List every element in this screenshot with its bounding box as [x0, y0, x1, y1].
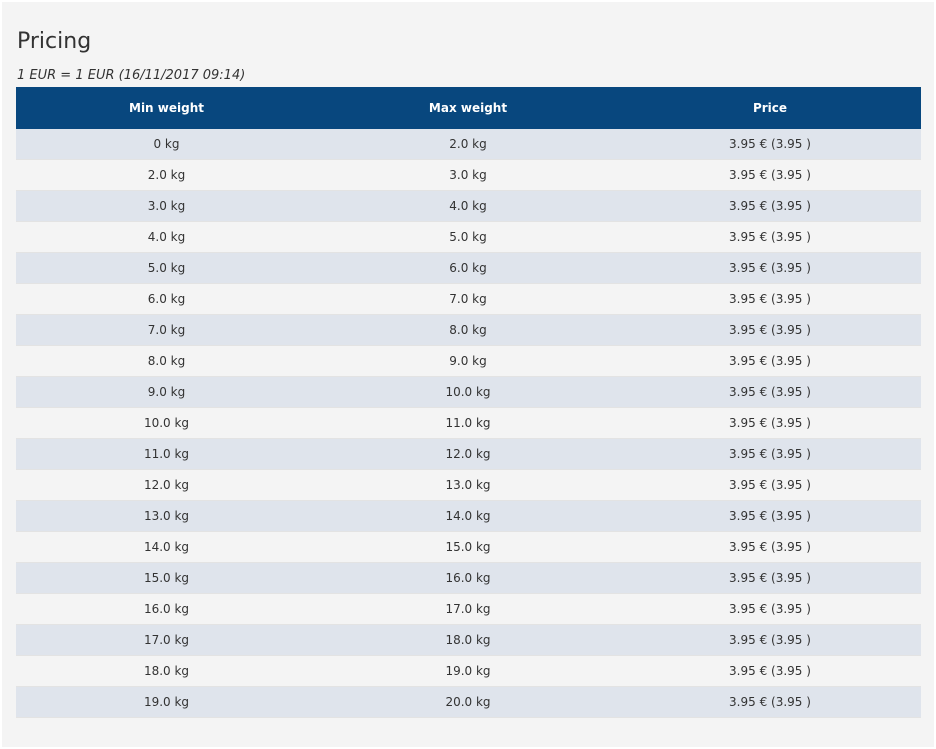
price-cell: 3.95 € (3.95 ): [619, 407, 921, 439]
max-weight-cell: 14.0 kg: [317, 500, 619, 532]
price-cell: 3.95 € (3.95 ): [619, 221, 921, 253]
max-weight-cell: 5.0 kg: [317, 221, 619, 253]
price-cell: 3.95 € (3.95 ): [619, 686, 921, 718]
max-weight-cell: 15.0 kg: [317, 531, 619, 563]
max-weight-cell: 4.0 kg: [317, 190, 619, 222]
min-weight-cell: 17.0 kg: [16, 624, 317, 656]
min-weight-cell: 11.0 kg: [16, 438, 317, 470]
max-weight-cell: 16.0 kg: [317, 562, 619, 594]
column-header-min-weight: Min weight: [16, 87, 317, 129]
price-cell: 3.95 € (3.95 ): [619, 500, 921, 532]
table-row: 2.0 kg 3.0 kg 3.95 € (3.95 ): [16, 159, 921, 191]
table-row: 0 kg 2.0 kg 3.95 € (3.95 ): [16, 129, 921, 160]
max-weight-cell: 6.0 kg: [317, 252, 619, 284]
min-weight-cell: 10.0 kg: [16, 407, 317, 439]
price-cell: 3.95 € (3.95 ): [619, 438, 921, 470]
min-weight-cell: 16.0 kg: [16, 593, 317, 625]
min-weight-cell: 4.0 kg: [16, 221, 317, 253]
pricing-table-header: Min weight Max weight Price: [16, 87, 921, 129]
column-header-max-weight: Max weight: [317, 87, 619, 129]
min-weight-cell: 6.0 kg: [16, 283, 317, 315]
max-weight-cell: 19.0 kg: [317, 655, 619, 687]
page-title: Pricing: [17, 29, 92, 54]
price-cell: 3.95 € (3.95 ): [619, 159, 921, 191]
table-row: 9.0 kg 10.0 kg 3.95 € (3.95 ): [16, 376, 921, 408]
min-weight-cell: 14.0 kg: [16, 531, 317, 563]
max-weight-cell: 11.0 kg: [317, 407, 619, 439]
price-cell: 3.95 € (3.95 ): [619, 655, 921, 687]
price-cell: 3.95 € (3.95 ): [619, 593, 921, 625]
price-cell: 3.95 € (3.95 ): [619, 376, 921, 408]
max-weight-cell: 9.0 kg: [317, 345, 619, 377]
min-weight-cell: 13.0 kg: [16, 500, 317, 532]
table-row: 17.0 kg 18.0 kg 3.95 € (3.95 ): [16, 624, 921, 656]
table-row: 6.0 kg 7.0 kg 3.95 € (3.95 ): [16, 283, 921, 315]
price-cell: 3.95 € (3.95 ): [619, 252, 921, 284]
max-weight-cell: 12.0 kg: [317, 438, 619, 470]
table-row: 10.0 kg 11.0 kg 3.95 € (3.95 ): [16, 407, 921, 439]
price-cell: 3.95 € (3.95 ): [619, 129, 921, 160]
min-weight-cell: 15.0 kg: [16, 562, 317, 594]
column-header-price: Price: [619, 87, 921, 129]
max-weight-cell: 18.0 kg: [317, 624, 619, 656]
price-cell: 3.95 € (3.95 ): [619, 345, 921, 377]
max-weight-cell: 10.0 kg: [317, 376, 619, 408]
table-row: 13.0 kg 14.0 kg 3.95 € (3.95 ): [16, 500, 921, 532]
table-row: 4.0 kg 5.0 kg 3.95 € (3.95 ): [16, 221, 921, 253]
min-weight-cell: 3.0 kg: [16, 190, 317, 222]
table-row: 16.0 kg 17.0 kg 3.95 € (3.95 ): [16, 593, 921, 625]
max-weight-cell: 13.0 kg: [317, 469, 619, 501]
max-weight-cell: 17.0 kg: [317, 593, 619, 625]
max-weight-cell: 20.0 kg: [317, 686, 619, 718]
max-weight-cell: 2.0 kg: [317, 129, 619, 160]
min-weight-cell: 19.0 kg: [16, 686, 317, 718]
table-row: 15.0 kg 16.0 kg 3.95 € (3.95 ): [16, 562, 921, 594]
exchange-rate-note: 1 EUR = 1 EUR (16/11/2017 09:14): [17, 68, 246, 83]
table-row: 14.0 kg 15.0 kg 3.95 € (3.95 ): [16, 531, 921, 563]
price-cell: 3.95 € (3.95 ): [619, 531, 921, 563]
price-cell: 3.95 € (3.95 ): [619, 314, 921, 346]
price-cell: 3.95 € (3.95 ): [619, 469, 921, 501]
price-cell: 3.95 € (3.95 ): [619, 624, 921, 656]
table-row: 8.0 kg 9.0 kg 3.95 € (3.95 ): [16, 345, 921, 377]
table-row: 18.0 kg 19.0 kg 3.95 € (3.95 ): [16, 655, 921, 687]
table-row: 5.0 kg 6.0 kg 3.95 € (3.95 ): [16, 252, 921, 284]
table-row: 19.0 kg 20.0 kg 3.95 € (3.95 ): [16, 686, 921, 718]
min-weight-cell: 8.0 kg: [16, 345, 317, 377]
pricing-panel: Pricing 1 EUR = 1 EUR (16/11/2017 09:14)…: [2, 2, 934, 747]
min-weight-cell: 2.0 kg: [16, 159, 317, 191]
table-row: 11.0 kg 12.0 kg 3.95 € (3.95 ): [16, 438, 921, 470]
min-weight-cell: 9.0 kg: [16, 376, 317, 408]
min-weight-cell: 7.0 kg: [16, 314, 317, 346]
table-row: 12.0 kg 13.0 kg 3.95 € (3.95 ): [16, 469, 921, 501]
table-row: 3.0 kg 4.0 kg 3.95 € (3.95 ): [16, 190, 921, 222]
min-weight-cell: 12.0 kg: [16, 469, 317, 501]
max-weight-cell: 8.0 kg: [317, 314, 619, 346]
price-cell: 3.95 € (3.95 ): [619, 562, 921, 594]
pricing-table-body: 0 kg 2.0 kg 3.95 € (3.95 ) 2.0 kg 3.0 kg 3.95…: [16, 129, 921, 718]
price-cell: 3.95 € (3.95 ): [619, 190, 921, 222]
pricing-table: Min weight Max weight Price 0 kg 2.0 kg 3.…: [16, 87, 921, 718]
min-weight-cell: 0 kg: [16, 129, 317, 160]
min-weight-cell: 18.0 kg: [16, 655, 317, 687]
max-weight-cell: 3.0 kg: [317, 159, 619, 191]
header-row: Min weight Max weight Price: [16, 87, 921, 129]
table-row: 7.0 kg 8.0 kg 3.95 € (3.95 ): [16, 314, 921, 346]
price-cell: 3.95 € (3.95 ): [619, 283, 921, 315]
min-weight-cell: 5.0 kg: [16, 252, 317, 284]
max-weight-cell: 7.0 kg: [317, 283, 619, 315]
